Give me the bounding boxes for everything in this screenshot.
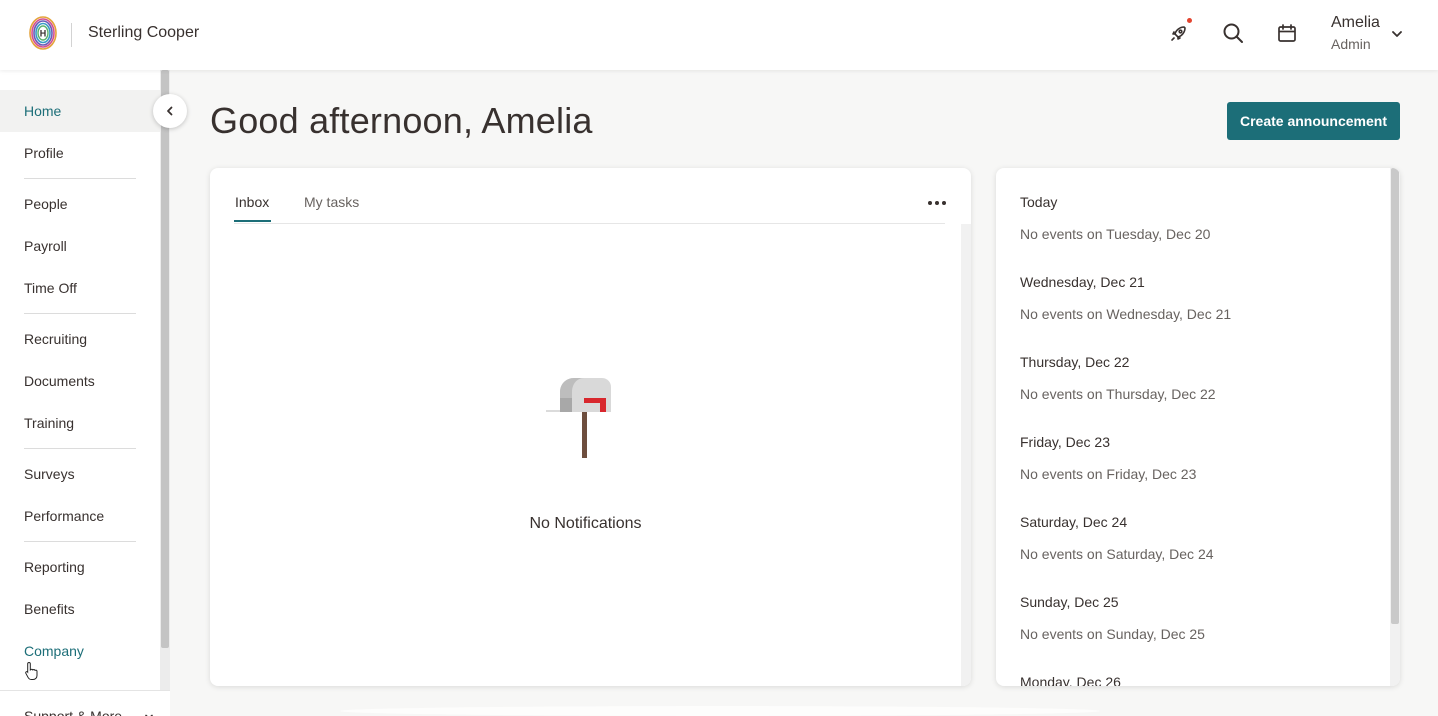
- user-role: Admin: [1331, 36, 1371, 52]
- nav-divider: [24, 541, 136, 542]
- sidebar: Home Profile People Payroll Time Off Rec…: [0, 70, 170, 716]
- tab-my-tasks[interactable]: My tasks: [304, 194, 359, 210]
- sidebar-item-profile[interactable]: Profile: [0, 132, 160, 174]
- support-more-label: Support & More: [24, 708, 123, 716]
- nav-divider: [24, 178, 136, 179]
- nav-divider: [24, 448, 136, 449]
- collapse-sidebar-button[interactable]: [153, 94, 187, 128]
- event-day: Friday, Dec 23 No events on Friday, Dec …: [1020, 434, 1196, 482]
- company-name: Sterling Cooper: [88, 24, 200, 41]
- event-day: Saturday, Dec 24 No events on Saturday, …: [1020, 514, 1214, 562]
- brand-divider: [71, 23, 72, 47]
- sidebar-item-reporting[interactable]: Reporting: [0, 546, 160, 588]
- event-day-note: No events on Saturday, Dec 24: [1020, 546, 1214, 562]
- event-day-title: Wednesday, Dec 21: [1020, 274, 1145, 290]
- event-day-title: Monday, Dec 26: [1020, 674, 1121, 686]
- tabs-divider: [234, 223, 945, 224]
- notification-dot: [1187, 18, 1192, 23]
- sidebar-item-payroll[interactable]: Payroll: [0, 225, 160, 267]
- svg-text:H: H: [40, 29, 47, 39]
- more-options-icon[interactable]: [925, 194, 949, 212]
- chevron-down-icon[interactable]: [1390, 27, 1404, 41]
- sidebar-item-surveys[interactable]: Surveys: [0, 453, 160, 495]
- sidebar-item-training[interactable]: Training: [0, 402, 160, 444]
- rocket-icon[interactable]: [1166, 20, 1192, 46]
- event-day-title: Thursday, Dec 22: [1020, 354, 1130, 370]
- events-card: Today No events on Tuesday, Dec 20 Wedne…: [996, 168, 1400, 686]
- sidebar-scrollbar-thumb[interactable]: [161, 70, 169, 648]
- tab-inbox[interactable]: Inbox: [235, 194, 269, 210]
- chevron-down-icon: [145, 714, 153, 716]
- event-day-title: Today: [1020, 194, 1058, 210]
- hand-cursor-icon: [25, 661, 38, 680]
- user-menu[interactable]: Amelia Admin: [1331, 14, 1380, 52]
- sidebar-item-recruiting[interactable]: Recruiting: [0, 318, 160, 360]
- logo-icon[interactable]: H: [28, 14, 58, 52]
- search-icon[interactable]: [1220, 20, 1246, 46]
- event-day-note: No events on Thursday, Dec 22: [1020, 386, 1216, 402]
- support-more-menu[interactable]: Support & More: [0, 690, 170, 716]
- sidebar-item-people[interactable]: People: [0, 183, 160, 225]
- create-announcement-button[interactable]: Create announcement: [1227, 102, 1400, 140]
- event-day-note: No events on Sunday, Dec 25: [1020, 626, 1205, 642]
- nav-divider: [24, 313, 136, 314]
- event-day-title: Friday, Dec 23: [1020, 434, 1110, 450]
- sidebar-item-documents[interactable]: Documents: [0, 360, 160, 402]
- page-greeting: Good afternoon, Amelia: [210, 100, 593, 141]
- event-day: Sunday, Dec 25 No events on Sunday, Dec …: [1020, 594, 1205, 642]
- event-day: Thursday, Dec 22 No events on Thursday, …: [1020, 354, 1216, 402]
- event-day-note: No events on Wednesday, Dec 21: [1020, 306, 1232, 322]
- event-day-note: No events on Friday, Dec 23: [1020, 466, 1197, 482]
- mailbox-icon: [546, 378, 611, 458]
- event-day-title: Saturday, Dec 24: [1020, 514, 1128, 530]
- sidebar-item-time-off[interactable]: Time Off: [0, 267, 160, 309]
- events-scrollbar-thumb[interactable]: [1391, 168, 1399, 624]
- event-day-note: No events on Tuesday, Dec 20: [1020, 226, 1211, 242]
- calendar-icon[interactable]: [1274, 20, 1300, 46]
- sidebar-item-home[interactable]: Home: [0, 90, 160, 132]
- event-day-title: Sunday, Dec 25: [1020, 594, 1119, 610]
- inbox-scrollbar[interactable]: [961, 224, 971, 686]
- bottom-shadow: [340, 706, 1100, 716]
- chevron-left-icon: [167, 106, 173, 116]
- event-day: Wednesday, Dec 21 No events on Wednesday…: [1020, 274, 1231, 322]
- empty-state-text: No Notifications: [529, 515, 642, 532]
- sidebar-item-benefits[interactable]: Benefits: [0, 588, 160, 630]
- event-day: Today No events on Tuesday, Dec 20: [1020, 194, 1210, 242]
- user-name: Amelia: [1331, 14, 1380, 31]
- event-day: Monday, Dec 26: [1020, 674, 1121, 686]
- top-bar: H Sterling Cooper Amelia Admin: [0, 0, 1438, 70]
- sidebar-item-performance[interactable]: Performance: [0, 495, 160, 537]
- inbox-card: Inbox My tasks No Notifications: [210, 168, 971, 686]
- active-tab-indicator: [234, 220, 271, 222]
